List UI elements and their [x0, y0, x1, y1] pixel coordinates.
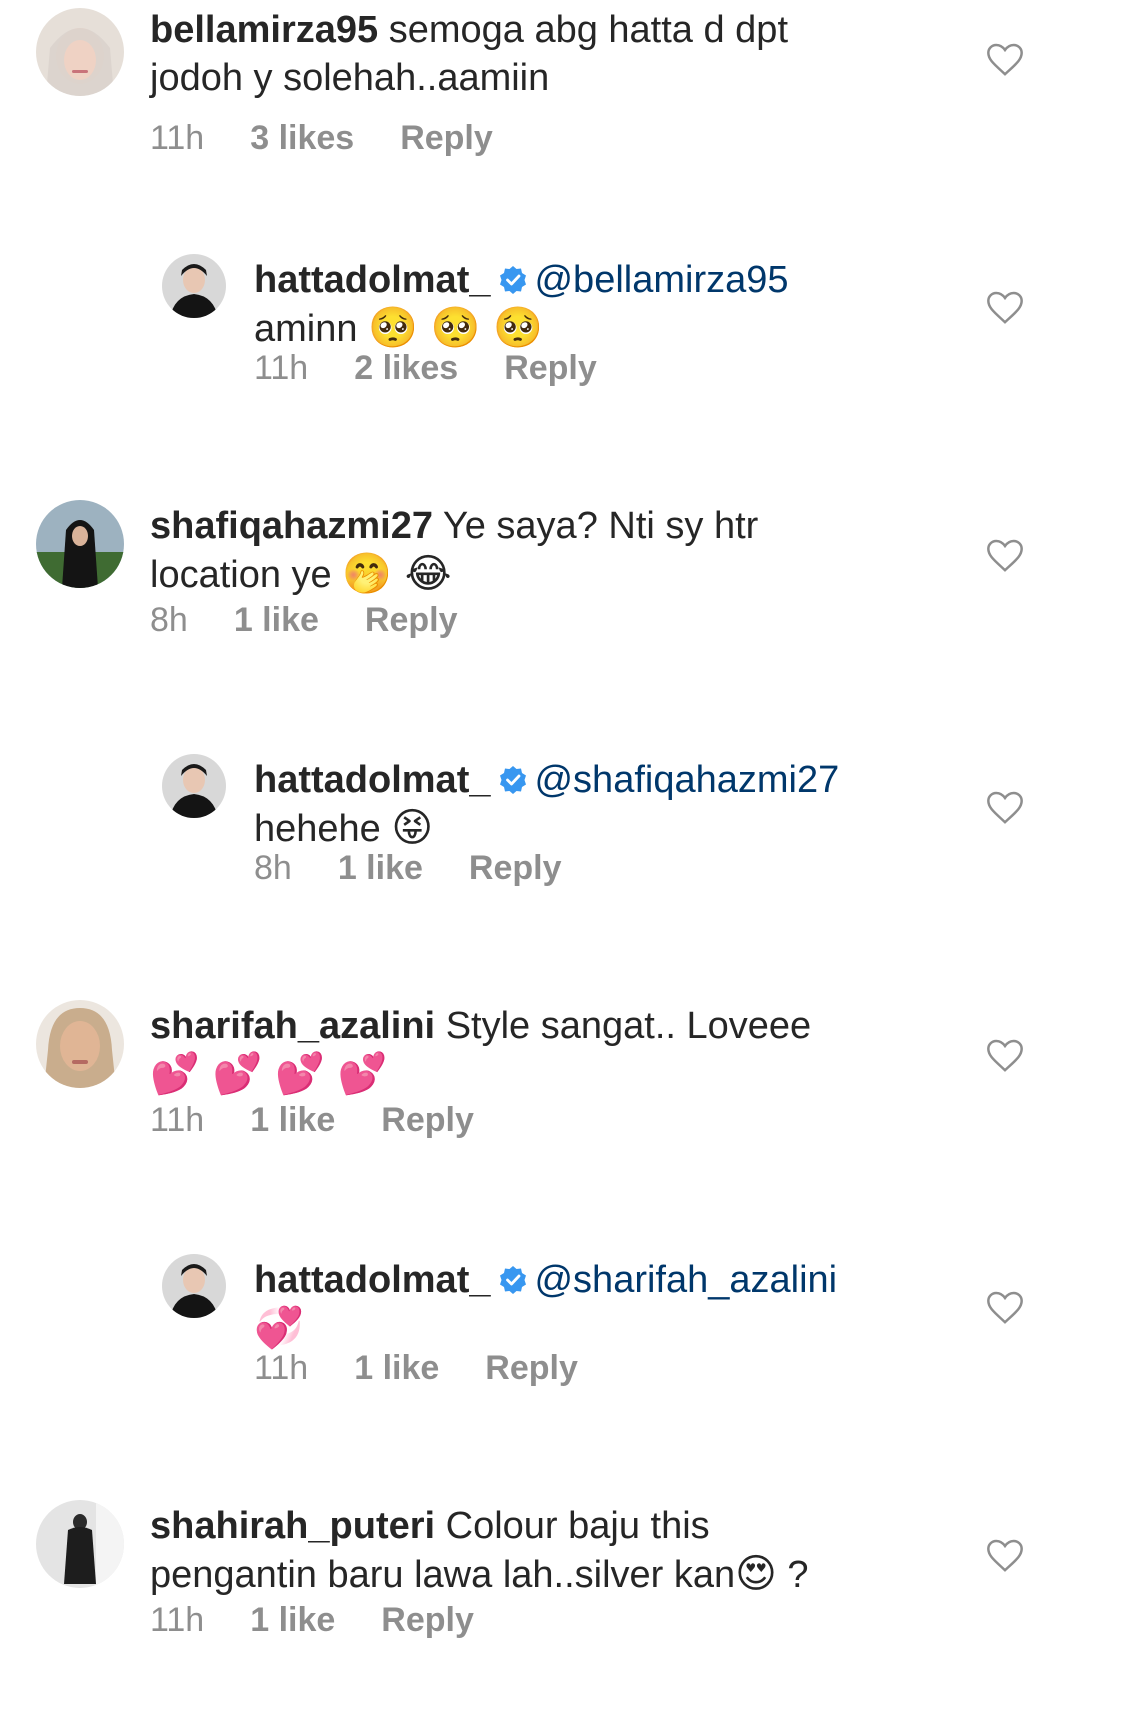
emoji: 😍 — [735, 1551, 777, 1597]
comment-text: shahirah_puteri Colour baju this pengant… — [150, 1502, 910, 1599]
likes-count[interactable]: 1 like — [250, 1100, 335, 1140]
heart-outline-icon — [987, 1539, 1023, 1572]
reply-item: hattadolmat_ @sharifah_azalini 💞 11h 1 lik… — [0, 1240, 1125, 1480]
verified-badge-icon — [500, 766, 527, 794]
comment-meta: 8h 1 like Reply — [150, 600, 458, 640]
username[interactable]: hattadolmat_ — [254, 759, 490, 801]
reply-button[interactable]: Reply — [400, 118, 493, 158]
comment-body: Colour baju this — [445, 1505, 710, 1547]
comment-item: bellamirza95 semoga abg hatta d dpt jodo… — [0, 0, 1125, 240]
reply-button[interactable]: Reply — [485, 1348, 578, 1388]
comment-meta: 8h 1 like Reply — [254, 848, 562, 888]
comment-text: shafiqahazmi27 Ye saya? Nti sy htr locat… — [150, 502, 910, 599]
mention-link[interactable]: @bellamirza95 — [534, 259, 788, 301]
comment-item: shafiqahazmi27 Ye saya? Nti sy htr locat… — [0, 490, 1125, 730]
heart-outline-icon — [987, 291, 1023, 324]
comment-meta: 11h 1 like Reply — [254, 1348, 578, 1388]
username[interactable]: bellamirza95 — [150, 9, 378, 51]
comment-meta: 11h 1 like Reply — [150, 1600, 474, 1640]
username[interactable]: hattadolmat_ — [254, 1259, 490, 1301]
avatar[interactable] — [36, 500, 124, 588]
comment-body: Ye saya? Nti sy htr — [442, 505, 759, 547]
timestamp: 11h — [150, 1101, 205, 1139]
avatar[interactable] — [36, 8, 124, 96]
comment-text: bellamirza95 semoga abg hatta d dpt jodo… — [150, 6, 910, 102]
likes-count[interactable]: 1 like — [250, 1600, 335, 1640]
comment-body: semoga abg hatta d dpt — [388, 9, 788, 51]
comment-meta: 11h 2 likes Reply — [254, 348, 597, 388]
timestamp: 11h — [150, 119, 205, 157]
mention-link[interactable]: @shafiqahazmi27 — [534, 759, 839, 801]
reply-item: hattadolmat_ @bellamirza95 aminn 🥺 🥺 🥺 11… — [0, 240, 1125, 480]
like-button[interactable] — [985, 1036, 1025, 1076]
likes-count[interactable]: 1 like — [234, 600, 319, 640]
avatar[interactable] — [36, 1500, 124, 1588]
comment-text: hattadolmat_ @sharifah_azalini 💞 — [254, 1256, 1014, 1353]
comment-body-line2: pengantin baru lawa lah..silver kan — [150, 1554, 736, 1596]
emoji: 💕 💕 💕 💕 — [150, 1051, 388, 1097]
reply-button[interactable]: Reply — [381, 1100, 474, 1140]
emoji: 💞 — [254, 1305, 304, 1351]
comment-text: hattadolmat_ @shafiqahazmi27 hehehe 😝 — [254, 756, 1014, 853]
avatar[interactable] — [36, 1000, 124, 1088]
like-button[interactable] — [985, 536, 1025, 576]
avatar[interactable] — [162, 754, 226, 818]
verified-badge-icon — [500, 1266, 527, 1294]
heart-outline-icon — [987, 791, 1023, 824]
likes-count[interactable]: 1 like — [338, 848, 423, 888]
reply-button[interactable]: Reply — [504, 348, 597, 388]
comment-item: shahirah_puteri Colour baju this pengant… — [0, 1490, 1125, 1730]
avatar[interactable] — [162, 1254, 226, 1318]
like-button[interactable] — [985, 40, 1025, 80]
reply-item: hattadolmat_ @shafiqahazmi27 hehehe 😝 8h 1… — [0, 740, 1125, 980]
heart-outline-icon — [987, 539, 1023, 572]
heart-outline-icon — [987, 1291, 1023, 1324]
reply-button[interactable]: Reply — [469, 848, 562, 888]
comment-text: sharifah_azalini Style sangat.. Loveee 💕… — [150, 1002, 910, 1099]
heart-outline-icon — [987, 43, 1023, 76]
username[interactable]: hattadolmat_ — [254, 259, 490, 301]
timestamp: 11h — [254, 349, 309, 387]
comment-body: hehehe — [254, 808, 381, 850]
username[interactable]: shafiqahazmi27 — [150, 505, 433, 547]
comment-body: aminn — [254, 308, 358, 350]
like-button[interactable] — [985, 288, 1025, 328]
heart-outline-icon — [987, 1039, 1023, 1072]
like-button[interactable] — [985, 1288, 1025, 1328]
likes-count[interactable]: 3 likes — [250, 118, 354, 158]
username[interactable]: shahirah_puteri — [150, 1505, 435, 1547]
reply-button[interactable]: Reply — [381, 1600, 474, 1640]
username[interactable]: sharifah_azalini — [150, 1005, 435, 1047]
emoji: 🥺 🥺 🥺 — [368, 305, 543, 351]
likes-count[interactable]: 2 likes — [354, 348, 458, 388]
like-button[interactable] — [985, 788, 1025, 828]
comment-text: hattadolmat_ @bellamirza95 aminn 🥺 🥺 🥺 — [254, 256, 1014, 353]
comment-body: Style sangat.. Loveee — [445, 1005, 812, 1047]
timestamp: 8h — [254, 849, 292, 887]
comment-meta: 11h 1 like Reply — [150, 1100, 474, 1140]
timestamp: 8h — [150, 601, 188, 639]
likes-count[interactable]: 1 like — [354, 1348, 439, 1388]
emoji: 😝 — [391, 805, 434, 851]
verified-badge-icon — [500, 266, 527, 294]
reply-button[interactable]: Reply — [365, 600, 458, 640]
comment-body-line3: ? — [787, 1554, 809, 1596]
comment-body-line2: location ye — [150, 554, 332, 596]
comment-item: sharifah_azalini Style sangat.. Loveee 💕… — [0, 990, 1125, 1230]
avatar[interactable] — [162, 254, 226, 318]
timestamp: 11h — [150, 1601, 205, 1639]
timestamp: 11h — [254, 1349, 309, 1387]
comment-meta: 11h 3 likes Reply — [150, 118, 493, 158]
emoji: 🤭 😂 — [342, 551, 452, 597]
mention-link[interactable]: @sharifah_azalini — [534, 1259, 837, 1301]
like-button[interactable] — [985, 1536, 1025, 1576]
comment-body-line2: jodoh y solehah..aamiin — [150, 57, 550, 99]
